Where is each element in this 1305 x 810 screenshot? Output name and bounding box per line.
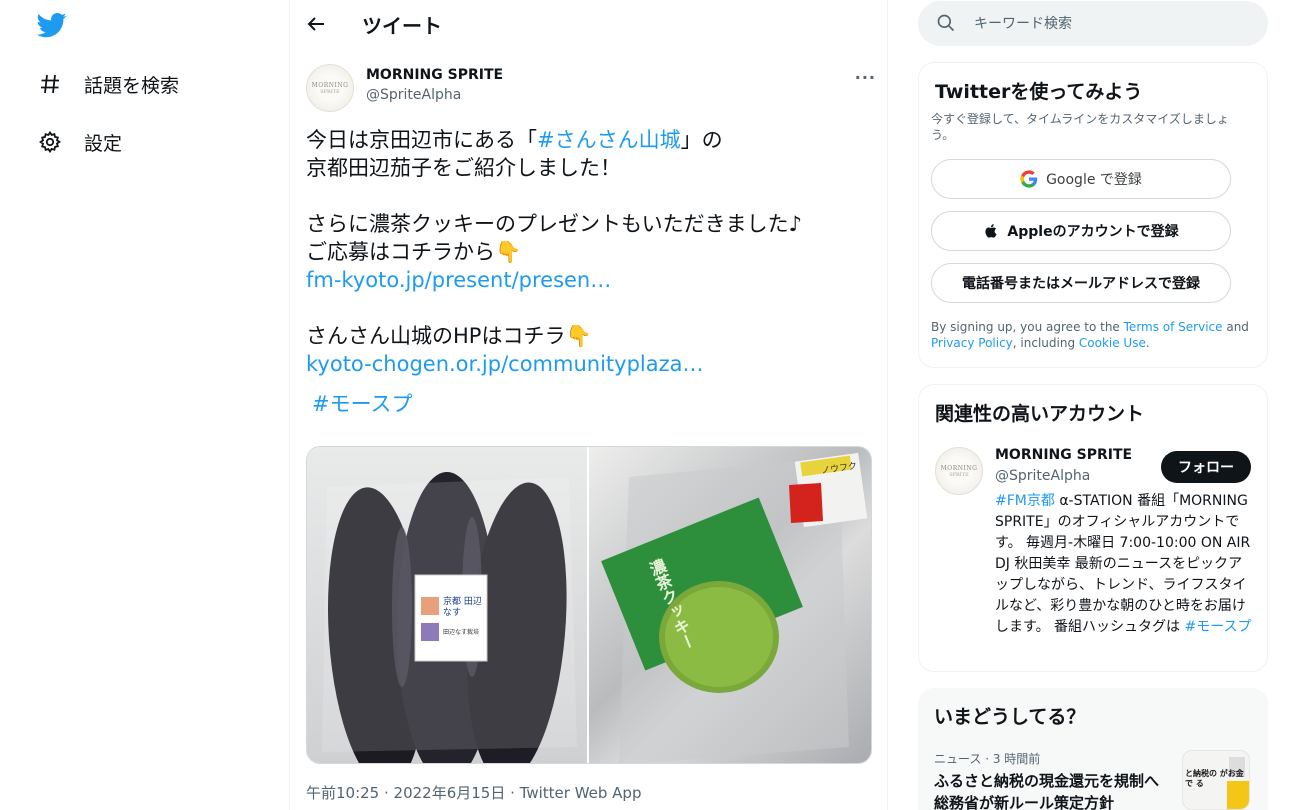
related-accounts-panel: 関連性の高いアカウント MORNING SPRITE MORNING SPRIT… <box>918 384 1268 672</box>
legal-end: . <box>1145 336 1150 350</box>
tweet-timestamp[interactable]: 午前10:25 · 2022年6月15日 · <box>306 784 520 802</box>
bio-hashtag-mosupu[interactable]: #モースプ <box>1185 619 1252 635</box>
tweet-header: ツイート <box>290 0 887 48</box>
tweet-line-1: 今日は京田辺市にある「#さんさん山城」の <box>306 126 876 154</box>
hashtag-mosupu[interactable]: #モースプ <box>312 390 876 418</box>
bio-hashtag-fm[interactable]: #FM京都 <box>995 493 1055 509</box>
apple-signup-label: Appleのアカウントで登録 <box>1007 224 1179 240</box>
trend-thumb-text: と納税の がお金で る <box>1185 769 1244 788</box>
signup-subtitle: 今すぐ登録して、タイムラインをカスタマイズしましょう。 <box>931 112 1229 142</box>
avatar[interactable]: MORNING SPRITE <box>306 64 354 112</box>
trend-headline[interactable]: ふるさと納税の現金還元を規制へ 総務省が新ルール策定方針 <box>934 770 1174 810</box>
tweet-author: MORNING SPRITE MORNING SPRITE @SpriteAlp… <box>306 64 876 114</box>
related-bio: #FM京都 α-STATION 番組「MORNING SPRITE」のオフィシャ… <box>995 491 1255 638</box>
tweet-gap <box>306 294 876 322</box>
follow-button[interactable]: フォロー <box>1161 451 1251 483</box>
tweet-line-3: さらに濃茶クッキーのプレゼントもいただきました♪ <box>306 212 802 236</box>
tweet-line-4: ご応募はコチラから👇 <box>306 240 522 264</box>
tweet-line-2: 京都田辺茄子をご紹介しました！ <box>306 156 621 180</box>
related-handle: @SpriteAlpha <box>995 468 1091 484</box>
more-options-icon[interactable]: ··· <box>855 68 876 87</box>
right-sidebar: Twitterを使ってみよう 今すぐ登録して、タイムラインをカスタマイズしましょ… <box>918 0 1268 810</box>
tweet-source: Twitter Web App <box>519 784 642 802</box>
search-icon <box>937 14 955 32</box>
bio-text: α-STATION 番組「MORNING SPRITE」のオフィシャルアカウント… <box>995 493 1251 635</box>
avatar-text-1: MORNING <box>311 81 349 89</box>
phone-signup-label: 電話番号またはメールアドレスで登録 <box>962 276 1200 292</box>
back-arrow-icon[interactable] <box>304 12 328 36</box>
related-avatar[interactable]: MORNING SPRITE <box>935 447 983 495</box>
privacy-link[interactable]: Privacy Policy <box>931 336 1013 350</box>
search-input[interactable] <box>974 12 1244 36</box>
legal-including: , including <box>1012 336 1079 350</box>
related-avatar-text-1: MORNING <box>940 464 978 472</box>
terms-link[interactable]: Terms of Service <box>1124 320 1223 334</box>
google-signup-label: Google で登録 <box>1046 172 1142 188</box>
tweet-column: ツイート MORNING SPRITE MORNING SPRITE @Spri… <box>289 0 888 810</box>
tweet-media: 京都 田辺なす 田辺なす栽培 ノウフク 濃茶クッキー <box>306 446 872 764</box>
trend-meta: ニュース · 3 時間前 <box>934 752 1041 766</box>
eggplant-photo[interactable]: 京都 田辺なす 田辺なす栽培 <box>307 447 589 763</box>
tweet-line-5: さんさん山城のHPはコチラ👇 <box>306 324 592 348</box>
tweet-gap <box>306 182 876 210</box>
hashtag-sansan[interactable]: #さんさん山城 <box>537 128 681 152</box>
twitter-logo-icon[interactable] <box>37 10 67 40</box>
nav-explore[interactable]: 話題を検索 <box>36 68 179 100</box>
apple-icon <box>983 222 999 240</box>
tweet-line-1-pre: 今日は京田辺市にある「 <box>306 128 537 152</box>
author-handle: @SpriteAlpha <box>366 87 462 103</box>
tweet-line-1-post: 」の <box>680 128 723 152</box>
nav-settings-label: 設定 <box>84 132 123 155</box>
cookie-photo[interactable]: ノウフク 濃茶クッキー <box>589 447 871 763</box>
signup-panel: Twitterを使ってみよう 今すぐ登録して、タイムラインをカスタマイズしましょ… <box>918 62 1268 368</box>
cookie-link[interactable]: Cookie Use <box>1079 336 1146 350</box>
trend-thumbnail[interactable]: と納税の がお金で る <box>1182 750 1250 810</box>
present-link[interactable]: fm-kyoto.jp/present/presen… <box>306 266 876 294</box>
related-avatar-text-2: SPRITE <box>949 471 969 478</box>
google-signup-button[interactable]: Google で登録 <box>931 159 1231 199</box>
related-name[interactable]: MORNING SPRITE <box>995 447 1132 463</box>
google-icon <box>1020 170 1038 188</box>
gear-icon <box>36 128 64 156</box>
author-name[interactable]: MORNING SPRITE <box>366 67 503 83</box>
eggplant-label: 京都 田辺なす <box>443 597 482 618</box>
apple-signup-button[interactable]: Appleのアカウントで登録 <box>931 211 1231 251</box>
eggplant-sub-label: 田辺なす栽培 <box>443 629 480 636</box>
tweet-meta: 午前10:25 · 2022年6月15日 · Twitter Web App <box>306 782 641 803</box>
avatar-text-2: SPRITE <box>320 88 340 95</box>
search-box[interactable] <box>918 1 1268 46</box>
legal-text: By signing up, you agree to the Terms of… <box>931 319 1256 351</box>
cookie-illustration <box>601 452 868 763</box>
related-title: 関連性の高いアカウント <box>935 403 1145 425</box>
phone-signup-button[interactable]: 電話番号またはメールアドレスで登録 <box>931 263 1231 303</box>
hashtag-icon <box>36 70 64 98</box>
left-nav: 話題を検索 設定 <box>0 0 289 810</box>
page-title: ツイート <box>362 14 442 38</box>
trends-title: いまどうしてる？ <box>934 706 1086 728</box>
nav-explore-label: 話題を検索 <box>84 74 180 97</box>
nav-settings[interactable]: 設定 <box>36 126 122 158</box>
legal-and: and <box>1222 320 1249 334</box>
community-link[interactable]: kyoto-chogen.or.jp/communityplaza… <box>306 350 876 378</box>
legal-pre: By signing up, you agree to the <box>931 320 1124 334</box>
signup-title: Twitterを使ってみよう <box>935 81 1143 103</box>
tweet-text: 今日は京田辺市にある「#さんさん山城」の 京都田辺茄子をご紹介しました！ さらに… <box>306 126 876 418</box>
trends-panel: いまどうしてる？ ニュース · 3 時間前 ふるさと納税の現金還元を規制へ 総務… <box>918 688 1268 810</box>
